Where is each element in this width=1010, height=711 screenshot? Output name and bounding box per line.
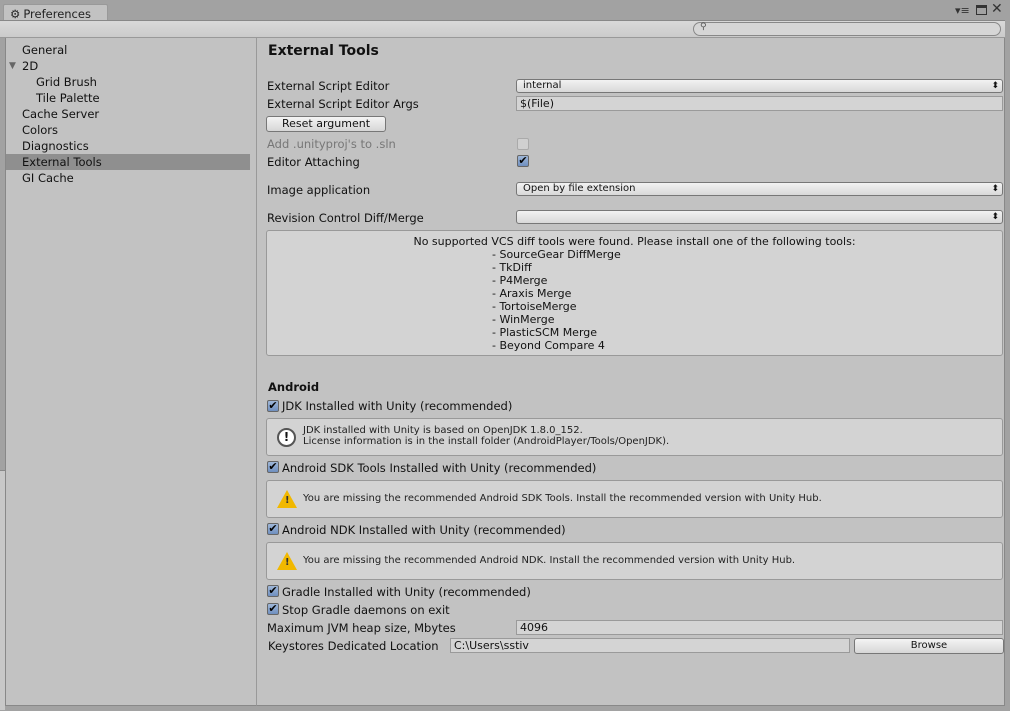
jdk-label: JDK Installed with Unity (recommended) [282,399,513,413]
script-editor-dropdown[interactable]: internal [516,79,1003,93]
sdk-checkbox[interactable]: ✔ [267,461,279,473]
close-icon[interactable]: ✕ [991,1,1003,17]
sidebar-item-gi-cache[interactable]: GI Cache [6,170,250,186]
script-args-label: External Script Editor Args [267,97,419,111]
image-application-dropdown[interactable]: Open by file extension [516,182,1003,196]
keystore-label: Keystores Dedicated Location [268,639,439,653]
add-unityproj-label: Add .unityproj's to .sln [267,137,396,151]
gradle-checkbox[interactable]: ✔ [267,585,279,597]
vcs-tool: - TortoiseMerge [492,300,577,313]
warning-icon: ! [277,490,297,508]
vcs-tool: - Beyond Compare 4 [492,339,605,352]
sidebar-item-label: 2D [22,59,39,73]
window-title: Preferences [23,6,91,21]
image-application-label: Image application [267,183,371,197]
jdk-info-box: ! JDK installed with Unity is based on O… [266,418,1003,456]
script-editor-label: External Script Editor [267,79,390,93]
vcs-help-box: No supported VCS diff tools were found. … [266,230,1003,356]
sidebar-item-cache-server[interactable]: Cache Server [6,106,250,122]
stop-gradle-label: Stop Gradle daemons on exit [282,603,450,617]
search-icon: ⚲ [700,22,707,32]
gradle-label: Gradle Installed with Unity (recommended… [282,585,531,599]
revision-control-dropdown[interactable] [516,210,1003,224]
editor-attaching-checkbox[interactable]: ✔ [517,155,529,167]
ndk-checkbox[interactable]: ✔ [267,523,279,535]
script-args-input[interactable]: $(File) [516,96,1003,111]
add-unityproj-checkbox[interactable] [517,138,529,150]
reset-argument-button[interactable]: Reset argument [266,116,386,132]
vcs-tool: - TkDiff [492,261,532,274]
ndk-warning-text: You are missing the recommended Android … [303,555,796,566]
ndk-warning-box: ! You are missing the recommended Androi… [266,542,1003,580]
warning-icon: ! [277,552,297,570]
gear-icon: ⚙ [10,6,21,21]
keystore-input[interactable]: C:\Users\sstiv [450,638,850,653]
editor-attaching-label: Editor Attaching [267,155,360,169]
sidebar-item-external-tools[interactable]: External Tools [6,154,250,170]
sidebar-item-tile-palette[interactable]: Tile Palette [6,90,250,106]
vcs-message: No supported VCS diff tools were found. … [413,235,856,248]
sdk-warning-text: You are missing the recommended Android … [303,493,822,504]
jvm-heap-label: Maximum JVM heap size, Mbytes [267,621,456,635]
revision-control-label: Revision Control Diff/Merge [267,211,424,225]
vcs-tool: - PlasticSCM Merge [492,326,598,339]
window-menu-icon[interactable]: ▾≡ [955,4,970,17]
jvm-heap-input[interactable]: 4096 [516,620,1003,635]
maximize-icon[interactable] [976,5,987,15]
vcs-tool: - WinMerge [492,313,555,326]
sidebar-item-general[interactable]: General [6,42,250,58]
info-icon: ! [277,428,296,447]
sidebar-item-diagnostics[interactable]: Diagnostics [6,138,250,154]
jdk-checkbox[interactable]: ✔ [267,400,279,412]
sidebar-item-grid-brush[interactable]: Grid Brush [6,74,250,90]
sdk-warning-box: ! You are missing the recommended Androi… [266,480,1003,518]
sidebar: General ▼ 2D Grid Brush Tile Palette Cach… [5,38,256,706]
android-heading: Android [268,380,320,394]
vcs-tool: - SourceGear DiffMerge [492,248,621,261]
vcs-tool: - Araxis Merge [492,287,572,300]
stop-gradle-checkbox[interactable]: ✔ [267,603,279,615]
sidebar-item-2d[interactable]: ▼ 2D [6,58,250,74]
page-title: External Tools [268,43,379,59]
sidebar-item-colors[interactable]: Colors [6,122,250,138]
browse-button[interactable]: Browse [854,638,1004,654]
sdk-label: Android SDK Tools Installed with Unity (… [282,461,597,475]
jdk-license-text: License information is in the install fo… [303,436,670,447]
search-input[interactable]: ⚲ [693,22,1001,36]
vcs-tool: - P4Merge [492,274,548,287]
foldout-arrow-icon[interactable]: ▼ [9,58,16,74]
ndk-label: Android NDK Installed with Unity (recomm… [282,523,566,537]
